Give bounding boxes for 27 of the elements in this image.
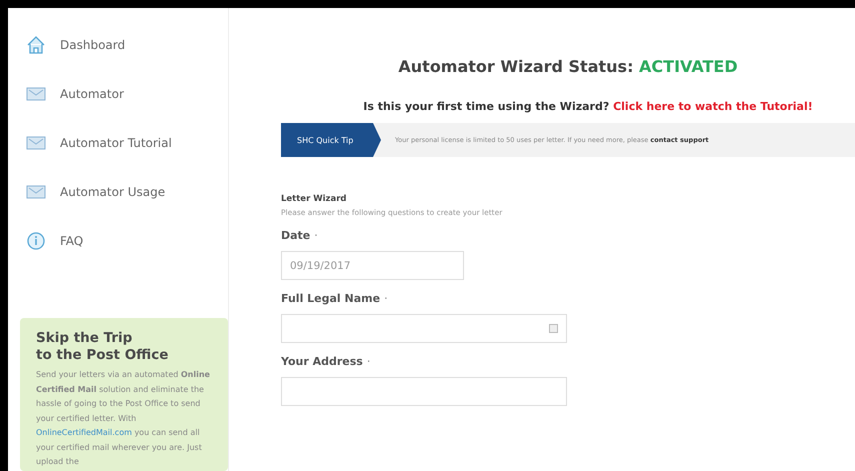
promo-text: Send your letters via an automated Online Certified Mail solution and eliminate the hassle of going to the Post Office to send your certified letter. With OnlineCertifiedMail.com you can send all your certified mail wherever you are. Just upload the [36,369,211,468]
field-label: Date [281,229,310,242]
website-link[interactable]: OnlineCertifiedMail.com [36,428,132,437]
sidebar-item[interactable]: Automator Tutorial [26,130,228,156]
wizard-status-title: Automator Wizard Status: ACTIVATED [397,57,739,76]
sidebar-item[interactable]: Automator [26,81,228,107]
info-icon [26,231,46,251]
field-label: Full Legal Name [281,292,380,305]
tutorial-prompt: Is this your first time using the Wizard? Click here to watch the Tutorial! [362,100,814,113]
sidebar-item[interactable]: FAQ [26,228,228,254]
envelope-icon [26,87,46,101]
input-field[interactable] [281,377,567,406]
home-icon [26,35,46,55]
required-mark: · [384,292,388,305]
sidebar-item[interactable]: Dashboard [26,32,228,58]
required-mark: · [314,229,318,242]
envelope-icon [26,185,46,199]
input-field[interactable] [281,314,567,343]
envelope-icon [26,136,46,150]
promo-title: Skip the Trip to the Post Office [36,330,170,364]
contact-card-icon [549,324,558,333]
field-label: Your Address [281,355,363,368]
tip-tag: SHC Quick Tip [281,123,381,157]
tutorial-link[interactable]: Click here to watch the Tutorial! [613,100,813,113]
required-mark: · [366,355,370,368]
form-title: Letter Wizard [281,194,348,204]
sidebar-item[interactable]: Automator Usage [26,179,228,205]
